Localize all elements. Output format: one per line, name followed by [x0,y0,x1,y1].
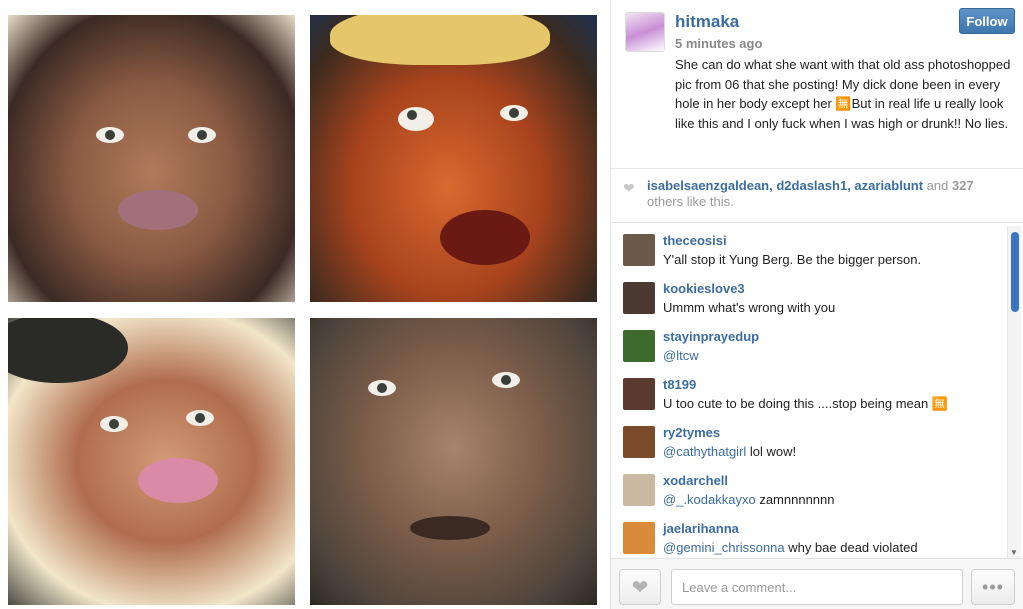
comments-scrollbar[interactable]: ▼ [1007,226,1021,558]
likes-summary: ❤ isabelsaenzgaldean, d2daslash1, azaria… [623,178,1013,210]
post-timestamp: 5 minutes ago [675,36,763,51]
comment-mention[interactable]: @_.kodakkayxo [663,492,756,507]
comment-body: Ummm what's wrong with you [663,300,836,315]
photo-cell-top-right [310,15,597,302]
comment-mention[interactable]: @cathythatgirl [663,444,746,459]
scrollbar-thumb[interactable] [1011,232,1019,312]
comment-avatar[interactable] [623,378,655,410]
comment-item: kookieslove3 Ummm what's wrong with you [611,272,1007,320]
comment-mention[interactable]: @ltcw [663,348,699,363]
author-username[interactable]: hitmaka [675,12,739,32]
author-avatar[interactable] [625,12,665,52]
comment-text: @_.kodakkayxo zamnnnnnnn [663,492,834,507]
comment-input[interactable] [671,569,963,605]
comment-avatar[interactable] [623,282,655,314]
comment-body: zamnnnnnnn [755,492,835,507]
comment-avatar[interactable] [623,234,655,266]
mouth-shape [138,458,218,503]
eye-shape [186,410,214,426]
liker-link[interactable]: azariablunt [854,178,923,193]
eye-shape [96,127,124,143]
likes-count[interactable]: 327 [952,178,974,193]
mouth-shape [118,190,198,230]
comment-text: @ltcw [663,348,699,363]
comment-username[interactable]: theceosisi [663,233,727,248]
scroll-down-arrow-icon[interactable]: ▼ [1010,548,1018,557]
comment-bar: ❤ ••• [611,558,1023,609]
mouth-shape [410,516,490,540]
post-caption: She can do what she want with that old a… [675,57,1011,131]
post-photo[interactable] [0,0,611,609]
divider [611,222,1023,223]
eye-shape [100,416,128,432]
hat-shape [8,318,128,383]
liker-link[interactable]: d2daslash1 [776,178,847,193]
comment-text: @cathythatgirl lol wow! [663,444,796,459]
post-sidebar: hitmaka 5 minutes ago Follow She can do … [611,0,1023,609]
comment-body: why bae dead violated [784,540,918,555]
comment-text: U too cute to be doing this ....stop bei… [663,396,948,412]
follow-button[interactable]: Follow [959,8,1015,34]
comment-avatar[interactable] [623,522,655,554]
comment-avatar[interactable] [623,426,655,458]
comment-text: Y'all stop it Yung Berg. Be the bigger p… [663,252,921,267]
comment-text: Ummm what's wrong with you [663,300,835,315]
hat-shape [330,15,550,65]
comment-item: theceosisi Y'all stop it Yung Berg. Be t… [611,224,1007,272]
comment-username[interactable]: ry2tymes [663,425,720,440]
comment-item: ry2tymes @cathythatgirl lol wow! [611,416,1007,464]
likes-suffix: others like this. [647,194,734,209]
comment-item: xodarchell @_.kodakkayxo zamnnnnnnn [611,464,1007,512]
likes-and: and [923,178,952,193]
comment-username[interactable]: stayinprayedup [663,329,759,344]
eye-shape [492,372,520,388]
comment-avatar[interactable] [623,330,655,362]
comment-username[interactable]: t8199 [663,377,696,392]
more-icon: ••• [982,576,1004,597]
photo-cell-bottom-left [8,318,295,605]
comment-body: U too cute to be doing this ....stop bei… [663,396,949,411]
divider [611,168,1023,169]
comment-item: t8199 U too cute to be doing this ....st… [611,368,1007,416]
comments-list[interactable]: theceosisi Y'all stop it Yung Berg. Be t… [611,224,1007,558]
comment-item: jaelarihanna @gemini_chrissonna why bae … [611,512,1007,558]
comment-item: stayinprayedup @ltcw [611,320,1007,368]
comment-mention[interactable]: @gemini_chrissonna [663,540,785,555]
comment-text: @gemini_chrissonna why bae dead violated [663,540,918,555]
eye-shape [500,105,528,121]
comment-avatar[interactable] [623,474,655,506]
like-button[interactable]: ❤ [619,569,661,605]
more-options-button[interactable]: ••• [971,569,1015,605]
comment-username[interactable]: kookieslove3 [663,281,745,296]
comment-body: Y'all stop it Yung Berg. Be the bigger p… [663,252,922,267]
eye-shape [398,107,434,131]
comment-username[interactable]: xodarchell [663,473,728,488]
heart-icon: ❤ [623,180,635,196]
comment-username[interactable]: jaelarihanna [663,521,739,536]
mouth-shape [440,210,530,265]
eye-shape [188,127,216,143]
liker-link[interactable]: isabelsaenzgaldean [647,178,769,193]
heart-icon: ❤ [631,576,649,599]
photo-cell-top-left [8,15,295,302]
comment-body: lol wow! [746,444,797,459]
eye-shape [368,380,396,396]
photo-cell-bottom-right [310,318,597,605]
